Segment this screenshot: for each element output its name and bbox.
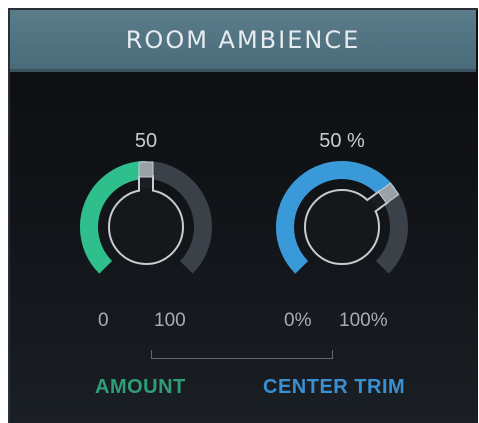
center-trim-max-label: 100% [339,310,388,331]
amount-min-label: 0 [98,310,109,331]
amount-value-readout: 50 [134,130,158,152]
amount-pointer-joint-fill [140,188,152,194]
amount-pointer [138,161,154,192]
amount-max-label: 100 [154,310,186,331]
amount-knob-body [108,189,184,265]
amount-pointer-joint [140,188,152,194]
center-trim-value-readout: 50 % [319,130,365,152]
panel-title: ROOM AMBIENCE [125,25,361,54]
center-trim-knob[interactable] [272,157,412,297]
link-bracket [151,350,333,359]
amount-label: AMOUNT [95,376,186,398]
center-trim-min-label: 0% [284,310,312,331]
amount-pointer-cap [138,161,154,178]
center-trim-label: CENTER TRIM [263,376,406,398]
panel-header: ROOM AMBIENCE [10,10,476,72]
amount-knob[interactable] [76,157,216,297]
